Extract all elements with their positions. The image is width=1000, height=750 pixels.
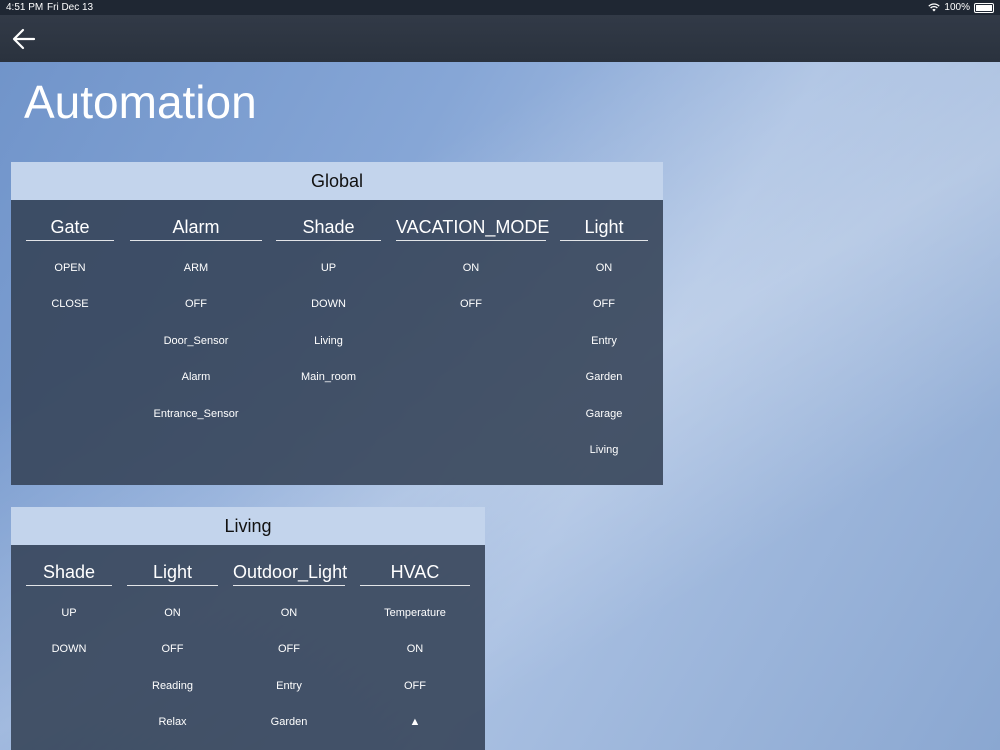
status-time: 4:51 PM bbox=[6, 2, 44, 13]
command-up[interactable]: UP bbox=[26, 595, 112, 631]
command-off[interactable]: OFF bbox=[130, 286, 262, 322]
column-title: VACATION_MODE bbox=[396, 214, 549, 241]
column-title: Shade bbox=[276, 214, 381, 241]
column-title: Light bbox=[127, 559, 218, 586]
section-title: Living bbox=[11, 507, 485, 545]
column-light: Light ON OFF Entry Garden Garage Living bbox=[560, 214, 648, 468]
column-title: Alarm bbox=[130, 214, 262, 241]
back-arrow-icon[interactable] bbox=[10, 25, 38, 53]
triangle-up-icon[interactable]: ▲ bbox=[360, 704, 470, 740]
command-on[interactable]: ON bbox=[396, 250, 546, 286]
command-off[interactable]: OFF bbox=[360, 668, 470, 704]
command-living[interactable]: Living bbox=[560, 432, 648, 468]
command-on[interactable]: ON bbox=[360, 631, 470, 667]
command-entrance-sensor[interactable]: Entrance_Sensor bbox=[130, 396, 262, 432]
command-off[interactable]: OFF bbox=[233, 631, 345, 667]
command-close[interactable]: CLOSE bbox=[26, 286, 114, 322]
battery-icon bbox=[974, 2, 994, 13]
command-off[interactable]: OFF bbox=[396, 286, 546, 322]
command-up[interactable]: UP bbox=[276, 250, 381, 286]
section-global: Global Gate OPEN CLOSE Alarm ARM OFF Doo… bbox=[11, 162, 663, 485]
column-title: Light bbox=[560, 214, 648, 241]
command-off[interactable]: OFF bbox=[127, 631, 218, 667]
command-on[interactable]: ON bbox=[127, 595, 218, 631]
column-shade: Shade UP DOWN Living Main_room bbox=[276, 214, 381, 396]
command-down[interactable]: DOWN bbox=[26, 631, 112, 667]
column-title: Shade bbox=[26, 559, 112, 586]
command-off[interactable]: OFF bbox=[560, 286, 648, 322]
column-shade: Shade UP DOWN bbox=[26, 559, 112, 668]
column-outdoor-light: Outdoor_Light ON OFF Entry Garden bbox=[233, 559, 347, 741]
nav-bar bbox=[0, 15, 1000, 62]
column-title: Gate bbox=[26, 214, 114, 241]
command-reading[interactable]: Reading bbox=[127, 668, 218, 704]
column-vacation-mode: VACATION_MODE ON OFF bbox=[396, 214, 549, 323]
command-alarm[interactable]: Alarm bbox=[130, 359, 262, 395]
page-title: Automation bbox=[24, 76, 257, 128]
column-gate: Gate OPEN CLOSE bbox=[26, 214, 114, 323]
command-main-room[interactable]: Main_room bbox=[276, 359, 381, 395]
command-garage[interactable]: Garage bbox=[560, 396, 648, 432]
command-arm[interactable]: ARM bbox=[130, 250, 262, 286]
section-living: Living Shade UP DOWN Light ON OFF Readin… bbox=[11, 507, 485, 750]
command-open[interactable]: OPEN bbox=[26, 250, 114, 286]
command-on[interactable]: ON bbox=[233, 595, 345, 631]
command-garden[interactable]: Garden bbox=[560, 359, 648, 395]
command-entry[interactable]: Entry bbox=[560, 323, 648, 359]
command-door-sensor[interactable]: Door_Sensor bbox=[130, 323, 262, 359]
column-light: Light ON OFF Reading Relax bbox=[127, 559, 218, 741]
command-down[interactable]: DOWN bbox=[276, 286, 381, 322]
battery-percent: 100% bbox=[944, 2, 970, 13]
column-title: HVAC bbox=[360, 559, 470, 586]
column-hvac: HVAC Temperature ON OFF ▲ bbox=[360, 559, 470, 741]
status-right: 100% bbox=[928, 0, 994, 15]
command-living[interactable]: Living bbox=[276, 323, 381, 359]
section-title: Global bbox=[11, 162, 663, 200]
column-title: Outdoor_Light bbox=[233, 559, 347, 586]
command-on[interactable]: ON bbox=[560, 250, 648, 286]
wifi-icon bbox=[928, 3, 941, 12]
command-entry[interactable]: Entry bbox=[233, 668, 345, 704]
command-relax[interactable]: Relax bbox=[127, 704, 218, 740]
status-date: Fri Dec 13 bbox=[47, 2, 94, 13]
column-alarm: Alarm ARM OFF Door_Sensor Alarm Entrance… bbox=[130, 214, 262, 432]
command-garden[interactable]: Garden bbox=[233, 704, 345, 740]
command-temperature[interactable]: Temperature bbox=[360, 595, 470, 631]
status-bar: 4:51 PM Fri Dec 13 100% bbox=[0, 0, 1000, 15]
